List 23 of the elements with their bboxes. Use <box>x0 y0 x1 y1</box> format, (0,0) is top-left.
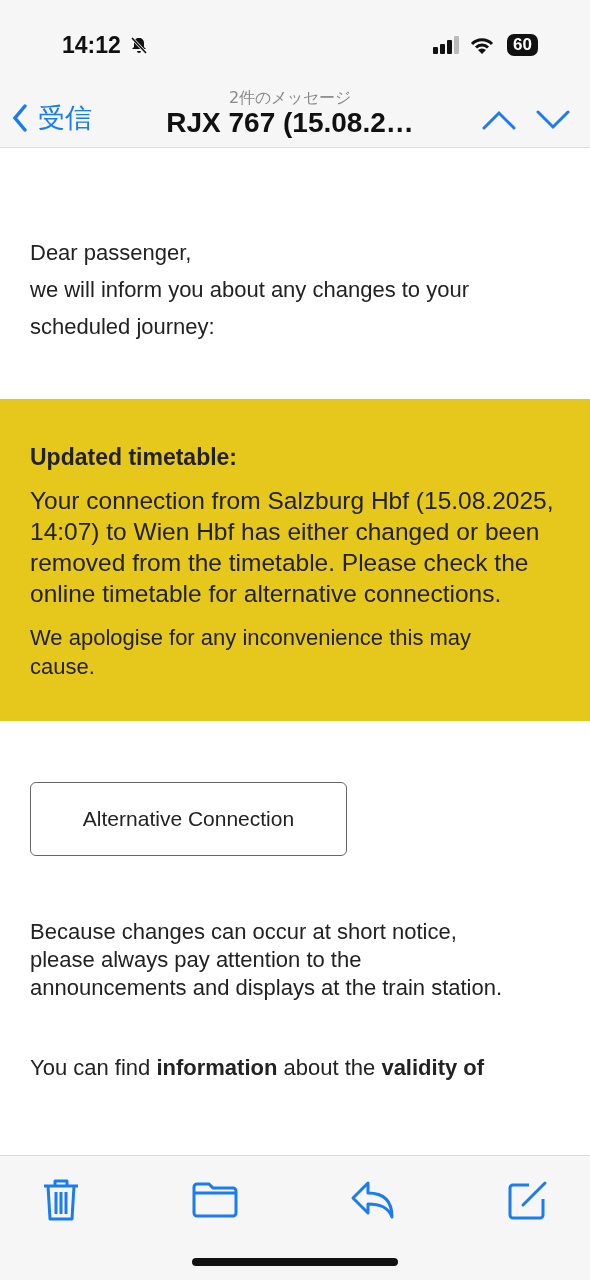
muted-bell-icon <box>128 35 149 55</box>
previous-message-icon[interactable] <box>482 110 516 130</box>
notice-text: Your connection from Salzburg Hbf (15.08.2025, 14:07) to Wien Hbf has either changed or been removed from the timetable. Please check the online timetable for alternative connections. <box>30 486 555 609</box>
body-paragraph: You can find information about the validity of <box>30 1054 486 1082</box>
back-chevron-icon[interactable] <box>12 104 28 132</box>
apology-text: We apologise for any inconvenience this may cause. <box>30 624 473 681</box>
next-message-icon[interactable] <box>536 110 570 130</box>
greeting-text: Dear passenger, <box>30 239 193 267</box>
notice-heading: Updated timetable: <box>30 444 239 471</box>
message-count: 2件のメッセージ <box>228 90 352 107</box>
alternative-connection-button[interactable]: Alternative Connection <box>30 782 347 856</box>
signal-icon <box>433 36 462 54</box>
back-button[interactable]: 受信 <box>12 100 92 136</box>
reply-icon[interactable] <box>349 1180 396 1220</box>
greeting-text: we will inform you about any changes to your scheduled journey: <box>30 276 470 341</box>
battery-level: 60 <box>507 34 538 56</box>
folder-icon[interactable] <box>192 1182 239 1218</box>
clock-time: 14:12 <box>62 31 121 59</box>
body-paragraph: Because changes can occur at short notice, please always pay attention to the announcements and displays at the train station. <box>30 918 504 1002</box>
message-title: RJX 767 (15.08.2… <box>166 106 414 140</box>
wifi-icon <box>469 35 496 55</box>
trash-icon[interactable] <box>41 1178 81 1222</box>
compose-icon[interactable] <box>507 1179 549 1221</box>
